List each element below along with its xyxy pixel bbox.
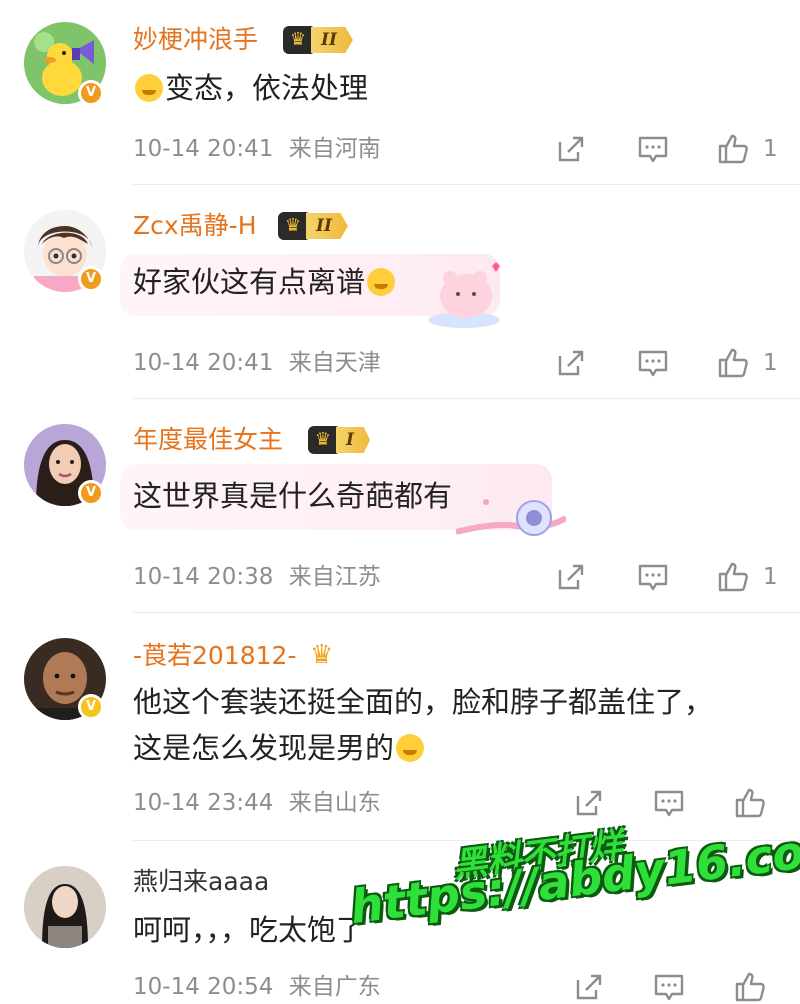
comment-meta: 10-14 23:44 来自山东 — [133, 788, 381, 818]
divider — [133, 184, 800, 185]
crown-icon: ♛ — [283, 26, 313, 54]
thumbs-up-icon[interactable] — [716, 346, 750, 380]
verified-badge: V — [78, 480, 104, 506]
avatar[interactable] — [24, 866, 106, 948]
verified-badge: V — [78, 266, 104, 292]
rank-level: I — [336, 427, 370, 453]
divider — [133, 398, 800, 399]
rank-level: II — [311, 27, 353, 53]
fan-rank-badge: ♛ I — [308, 425, 370, 455]
verified-badge: V — [78, 80, 104, 106]
timestamp: 10-14 20:38 — [133, 564, 274, 590]
username[interactable]: 燕归来aaaa — [133, 866, 269, 898]
verified-badge: V — [78, 694, 104, 720]
location: 来自河南 — [288, 136, 381, 162]
comment-text: 变态，依法处理 — [133, 64, 368, 112]
share-icon[interactable] — [554, 346, 588, 380]
timestamp: 10-14 20:54 — [133, 974, 274, 1000]
comment-meta: 10-14 20:41 来自河南 — [133, 134, 381, 164]
flower-sticker — [455, 496, 568, 546]
crown-icon: ♛ — [310, 640, 334, 670]
thumbs-up-icon[interactable] — [733, 786, 767, 820]
share-icon[interactable] — [572, 786, 606, 820]
timestamp: 10-14 20:41 — [133, 350, 274, 376]
crown-icon: ♛ — [308, 426, 338, 454]
like-count: 1 — [763, 136, 778, 162]
share-icon[interactable] — [554, 132, 588, 166]
divider — [133, 612, 800, 613]
timestamp: 10-14 20:41 — [133, 136, 274, 162]
avatar-image — [24, 866, 106, 948]
bear-sticker — [424, 254, 504, 334]
comment-text: 这世界真是什么奇葩都有 — [133, 479, 453, 513]
like-count: 1 — [763, 564, 778, 590]
username[interactable]: -莨若201812- — [133, 640, 296, 672]
comment-text: 这是怎么发现是男的 — [133, 724, 426, 772]
crying-emoji-icon — [396, 734, 425, 762]
fan-rank-badge: ♛ II — [278, 211, 348, 241]
like-count: 1 — [763, 350, 778, 376]
location: 来自广东 — [288, 974, 381, 1000]
comment-meta: 10-14 20:54 来自广东 — [133, 972, 381, 1002]
comment-text: 呵呵，，，吃太饱了 — [133, 913, 366, 947]
comment-text: 他这个套装还挺全面的，脸和脖子都盖住了， — [133, 685, 714, 719]
laughing-tears-emoji-icon — [367, 268, 396, 296]
username[interactable]: 妙梗冲浪手 — [133, 24, 258, 56]
comment-text: 好家伙这有点离谱 — [133, 258, 397, 306]
username[interactable]: 年度最佳女主 — [133, 424, 283, 456]
comment-meta: 10-14 20:38 来自江苏 — [133, 562, 381, 592]
comment-meta: 10-14 20:41 来自天津 — [133, 348, 381, 378]
timestamp: 10-14 23:44 — [133, 790, 274, 816]
thumbs-up-icon[interactable] — [716, 560, 750, 594]
comment-icon[interactable] — [652, 786, 686, 820]
location: 来自天津 — [288, 350, 381, 376]
thumbs-up-icon[interactable] — [716, 132, 750, 166]
smirk-emoji-icon — [135, 74, 163, 102]
crown-icon: ♛ — [278, 212, 308, 240]
location: 来自山东 — [288, 790, 381, 816]
comment-icon[interactable] — [636, 560, 670, 594]
comment-icon[interactable] — [636, 132, 670, 166]
fan-rank-badge: ♛ II — [283, 25, 353, 55]
username[interactable]: Zcx禹静-H — [133, 210, 257, 242]
rank-level: II — [306, 213, 348, 239]
location: 来自江苏 — [288, 564, 381, 590]
comment-icon[interactable] — [636, 346, 670, 380]
share-icon[interactable] — [554, 560, 588, 594]
